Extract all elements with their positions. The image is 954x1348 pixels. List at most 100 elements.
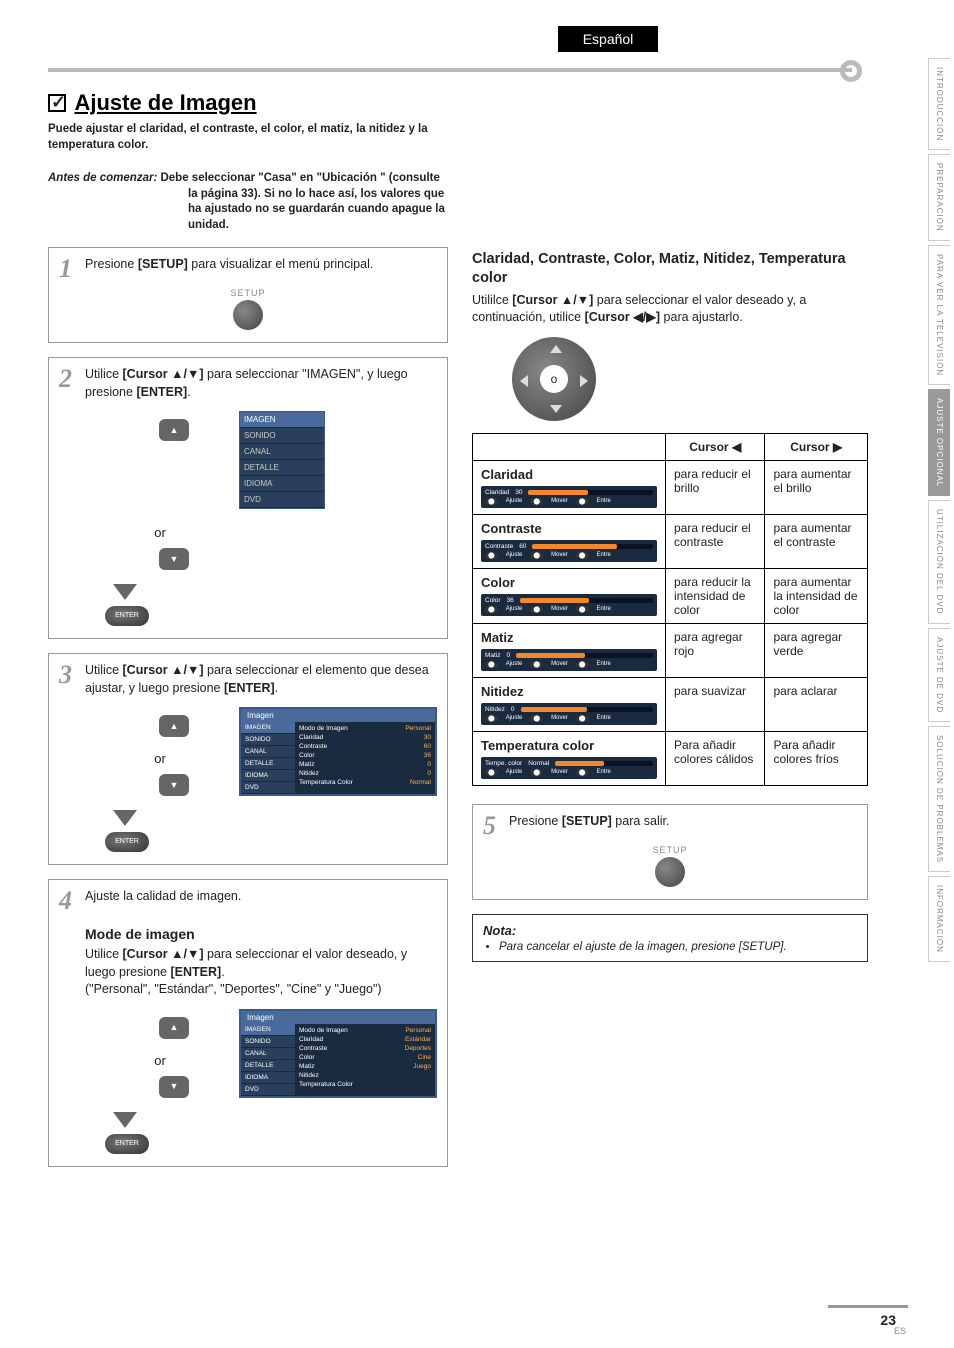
setup-label-5: SETUP: [483, 845, 857, 855]
section2-para: Utililce [Cursor ▲/▼] para seleccionar e…: [472, 292, 868, 327]
s5b: para salir.: [612, 814, 670, 828]
panel-row: ClaridadEstándar: [299, 1035, 431, 1044]
ring-center: o: [540, 365, 568, 393]
step1-a: Presione: [85, 257, 138, 271]
note-box: Nota: Para cancelar el ajuste de la imag…: [472, 914, 868, 962]
side-tab-dvd-ajuste[interactable]: AJUSTE DE DVD: [928, 628, 950, 722]
header-circle-icon: [840, 60, 862, 82]
panel-row: ColorCine: [299, 1053, 431, 1062]
pm-detalle: DETALLE: [241, 758, 295, 770]
pm4-idioma: IDIOMA: [241, 1072, 295, 1084]
s3c: .: [275, 681, 278, 695]
page-title-row: Ajuste de Imagen: [48, 90, 448, 116]
ring-up-icon: [550, 345, 562, 353]
panel-row: Modo de ImagenPersonal: [299, 724, 431, 733]
dpad-up3-icon: [139, 715, 209, 745]
menu-sonido: SONIDO: [240, 428, 324, 444]
panel-row: Matiz0: [299, 760, 431, 769]
checkbox-icon: [48, 94, 66, 112]
menu-canal: CANAL: [240, 444, 324, 460]
step1-setup-key: [SETUP]: [138, 257, 188, 271]
panel-row: Modo de ImagenPersonal: [299, 1026, 431, 1035]
table-row: ContrasteContraste60⬤Ajuste⬤Mover⬤Entrep…: [473, 514, 868, 568]
s2c: .: [187, 385, 190, 399]
side-tab-tv[interactable]: PARA VER LA TELEVISIÓN: [928, 245, 950, 385]
imagen-panel-step4: Imagen IMAGEN SONIDO CANAL DETALLE IDIOM…: [239, 1009, 437, 1098]
pm4-detalle: DETALLE: [241, 1060, 295, 1072]
step-4-box: 4 Ajuste la calidad de imagen. Mode de i…: [48, 879, 448, 1167]
arrow-down4-icon: [113, 1112, 137, 1128]
dpad-up-icon: [139, 419, 209, 519]
side-tab-ajuste-opcional[interactable]: AJUSTE OPCIONAL: [928, 389, 950, 496]
step-5-num: 5: [483, 813, 509, 839]
dpad-ring-icon: o: [512, 337, 596, 421]
dpad-down4-icon: [139, 1076, 209, 1106]
step-3-text: Utilice [Cursor ▲/▼] para seleccionar el…: [85, 662, 437, 697]
pm-imagen: IMAGEN: [241, 722, 295, 734]
panel-row: Nitidez: [299, 1071, 431, 1080]
pm4-dvd: DVD: [241, 1084, 295, 1096]
s3b2: [ENTER]: [224, 681, 275, 695]
dpad-up4-icon: [139, 1017, 209, 1047]
panel-main-4: Modo de ImagenPersonalClaridadEstándar Co…: [295, 1024, 435, 1096]
page-lang-code: ES: [894, 1326, 906, 1336]
page-title: Ajuste de Imagen: [74, 90, 256, 116]
panel-row: Contraste60: [299, 742, 431, 751]
step-3-box: 3 Utilice [Cursor ▲/▼] para seleccionar …: [48, 653, 448, 865]
enter-button-icon: ENTER: [105, 606, 149, 626]
step-1-num: 1: [59, 256, 85, 282]
th-right: Cursor ▶: [765, 433, 868, 460]
pm-idioma: IDIOMA: [241, 770, 295, 782]
side-tab-intro[interactable]: INTRODUCCIÓN: [928, 58, 950, 150]
mini-slider: Nitidez0⬤Ajuste⬤Mover⬤Entre: [481, 703, 657, 725]
step-5-text: Presione [SETUP] para salir.: [509, 813, 857, 831]
mini-slider: Claridad30⬤Ajuste⬤Mover⬤Entre: [481, 486, 657, 508]
table-row: Temperatura colorTempe. colorNormal⬤Ajus…: [473, 731, 868, 785]
mode-heading: Mode de imagen: [85, 926, 437, 942]
or-label-4: or: [111, 1053, 209, 1068]
step-5-box: 5 Presione [SETUP] para salir. SETUP: [472, 804, 868, 900]
pm-sonido: SONIDO: [241, 734, 295, 746]
side-tab-dvd-use[interactable]: UTILIZACIÓN DEL DVD: [928, 500, 950, 623]
arrow-down-icon: [113, 584, 137, 600]
note-item: Para cancelar el ajuste de la imagen, pr…: [499, 941, 857, 953]
before-body: Debe seleccionar "Casa" en "Ubicación " …: [160, 172, 439, 184]
language-tab: Español: [558, 26, 658, 52]
s5b1: [SETUP]: [562, 814, 612, 828]
panel-row: MatizJuego: [299, 1062, 431, 1071]
mini-slider: Color36⬤Ajuste⬤Mover⬤Entre: [481, 594, 657, 616]
side-tab-solucion[interactable]: SOLUCIÓN DE PROBLEMAS: [928, 726, 950, 872]
before-cont: la página 33). Si no lo hace así, los va…: [188, 187, 448, 234]
side-tab-info[interactable]: INFORMACIÓN: [928, 876, 950, 962]
step-2-box: 2 Utilice [Cursor ▲/▼] para seleccionar …: [48, 357, 448, 639]
table-row: NitidezNitidez0⬤Ajuste⬤Mover⬤Entrepara s…: [473, 677, 868, 731]
step-1-text: Presione [SETUP] para visualizar el menú…: [85, 256, 437, 274]
mode-para1: Utilice [Cursor ▲/▼] para seleccionar el…: [85, 946, 437, 981]
imagen-panel-step3: Imagen IMAGEN SONIDO CANAL DETALLE IDIOM…: [239, 707, 437, 796]
arrow-down3-icon: [113, 810, 137, 826]
dpad-down-icon: [139, 548, 209, 578]
ring-left-icon: [520, 375, 528, 387]
mini-slider: Matiz0⬤Ajuste⬤Mover⬤Entre: [481, 649, 657, 671]
pm4-sonido: SONIDO: [241, 1036, 295, 1048]
step-2-num: 2: [59, 366, 85, 392]
before-label: Antes de comenzar:: [48, 172, 157, 184]
header-rule: [48, 68, 852, 72]
table-row: ClaridadClaridad30⬤Ajuste⬤Mover⬤Entrepar…: [473, 460, 868, 514]
ring-down-icon: [550, 405, 562, 413]
pm-canal: CANAL: [241, 746, 295, 758]
s2pa: Utililce: [472, 293, 512, 307]
s2b2: [ENTER]: [136, 385, 187, 399]
side-tab-prep[interactable]: PREPARACIÓN: [928, 154, 950, 241]
step-1-box: 1 Presione [SETUP] para visualizar el me…: [48, 247, 448, 343]
panel-main-3: Modo de ImagenPersonalClaridad30Contrast…: [295, 722, 435, 794]
s2pb: [Cursor ▲/▼]: [512, 293, 593, 307]
page-num-bar: [828, 1305, 908, 1308]
panel-row: Nitidez0: [299, 769, 431, 778]
s2a: Utilice: [85, 367, 123, 381]
pm4-imagen: IMAGEN: [241, 1024, 295, 1036]
menu-imagen: IMAGEN: [240, 412, 324, 428]
step-2-text: Utilice [Cursor ▲/▼] para seleccionar "I…: [85, 366, 437, 401]
panel-title: Imagen: [241, 709, 435, 722]
enter-button3-icon: ENTER: [105, 832, 149, 852]
